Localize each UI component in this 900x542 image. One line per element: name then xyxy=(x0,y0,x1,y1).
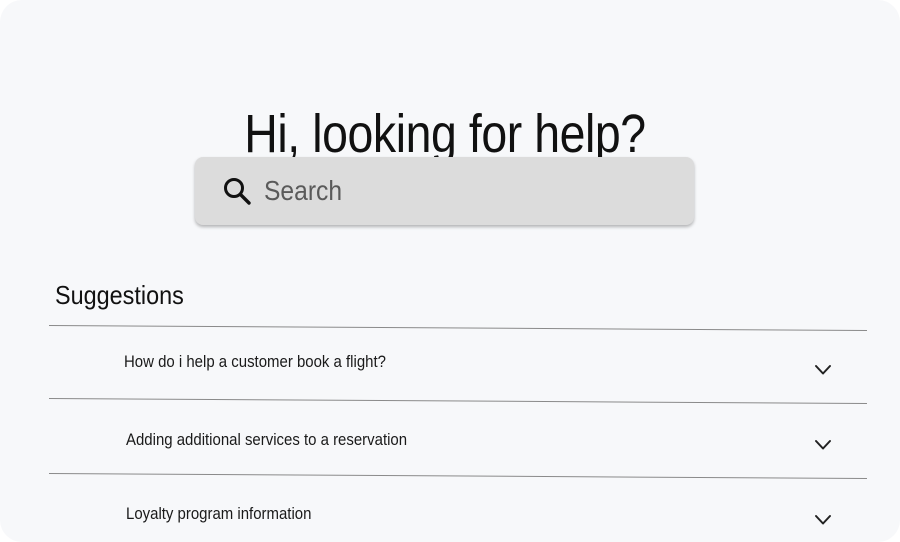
suggestion-item-additional-services[interactable]: Adding additional services to a reservat… xyxy=(49,405,867,475)
search-icon[interactable] xyxy=(222,176,252,206)
suggestion-item-book-flight[interactable]: How do i help a customer book a flight? xyxy=(49,330,867,400)
chevron-down-icon[interactable] xyxy=(814,439,832,451)
suggestion-item-loyalty-program[interactable]: Loyalty program information xyxy=(49,480,867,542)
help-panel: Hi, looking for help? Suggestions How do… xyxy=(0,0,900,542)
chevron-down-icon[interactable] xyxy=(814,364,832,376)
suggestion-label: Loyalty program information xyxy=(126,504,312,523)
search-input[interactable] xyxy=(264,172,616,210)
suggestion-label: How do i help a customer book a flight? xyxy=(124,352,386,371)
suggestions-heading: Suggestions xyxy=(55,280,184,310)
chevron-down-icon[interactable] xyxy=(814,514,832,526)
suggestion-label: Adding additional services to a reservat… xyxy=(126,430,408,449)
